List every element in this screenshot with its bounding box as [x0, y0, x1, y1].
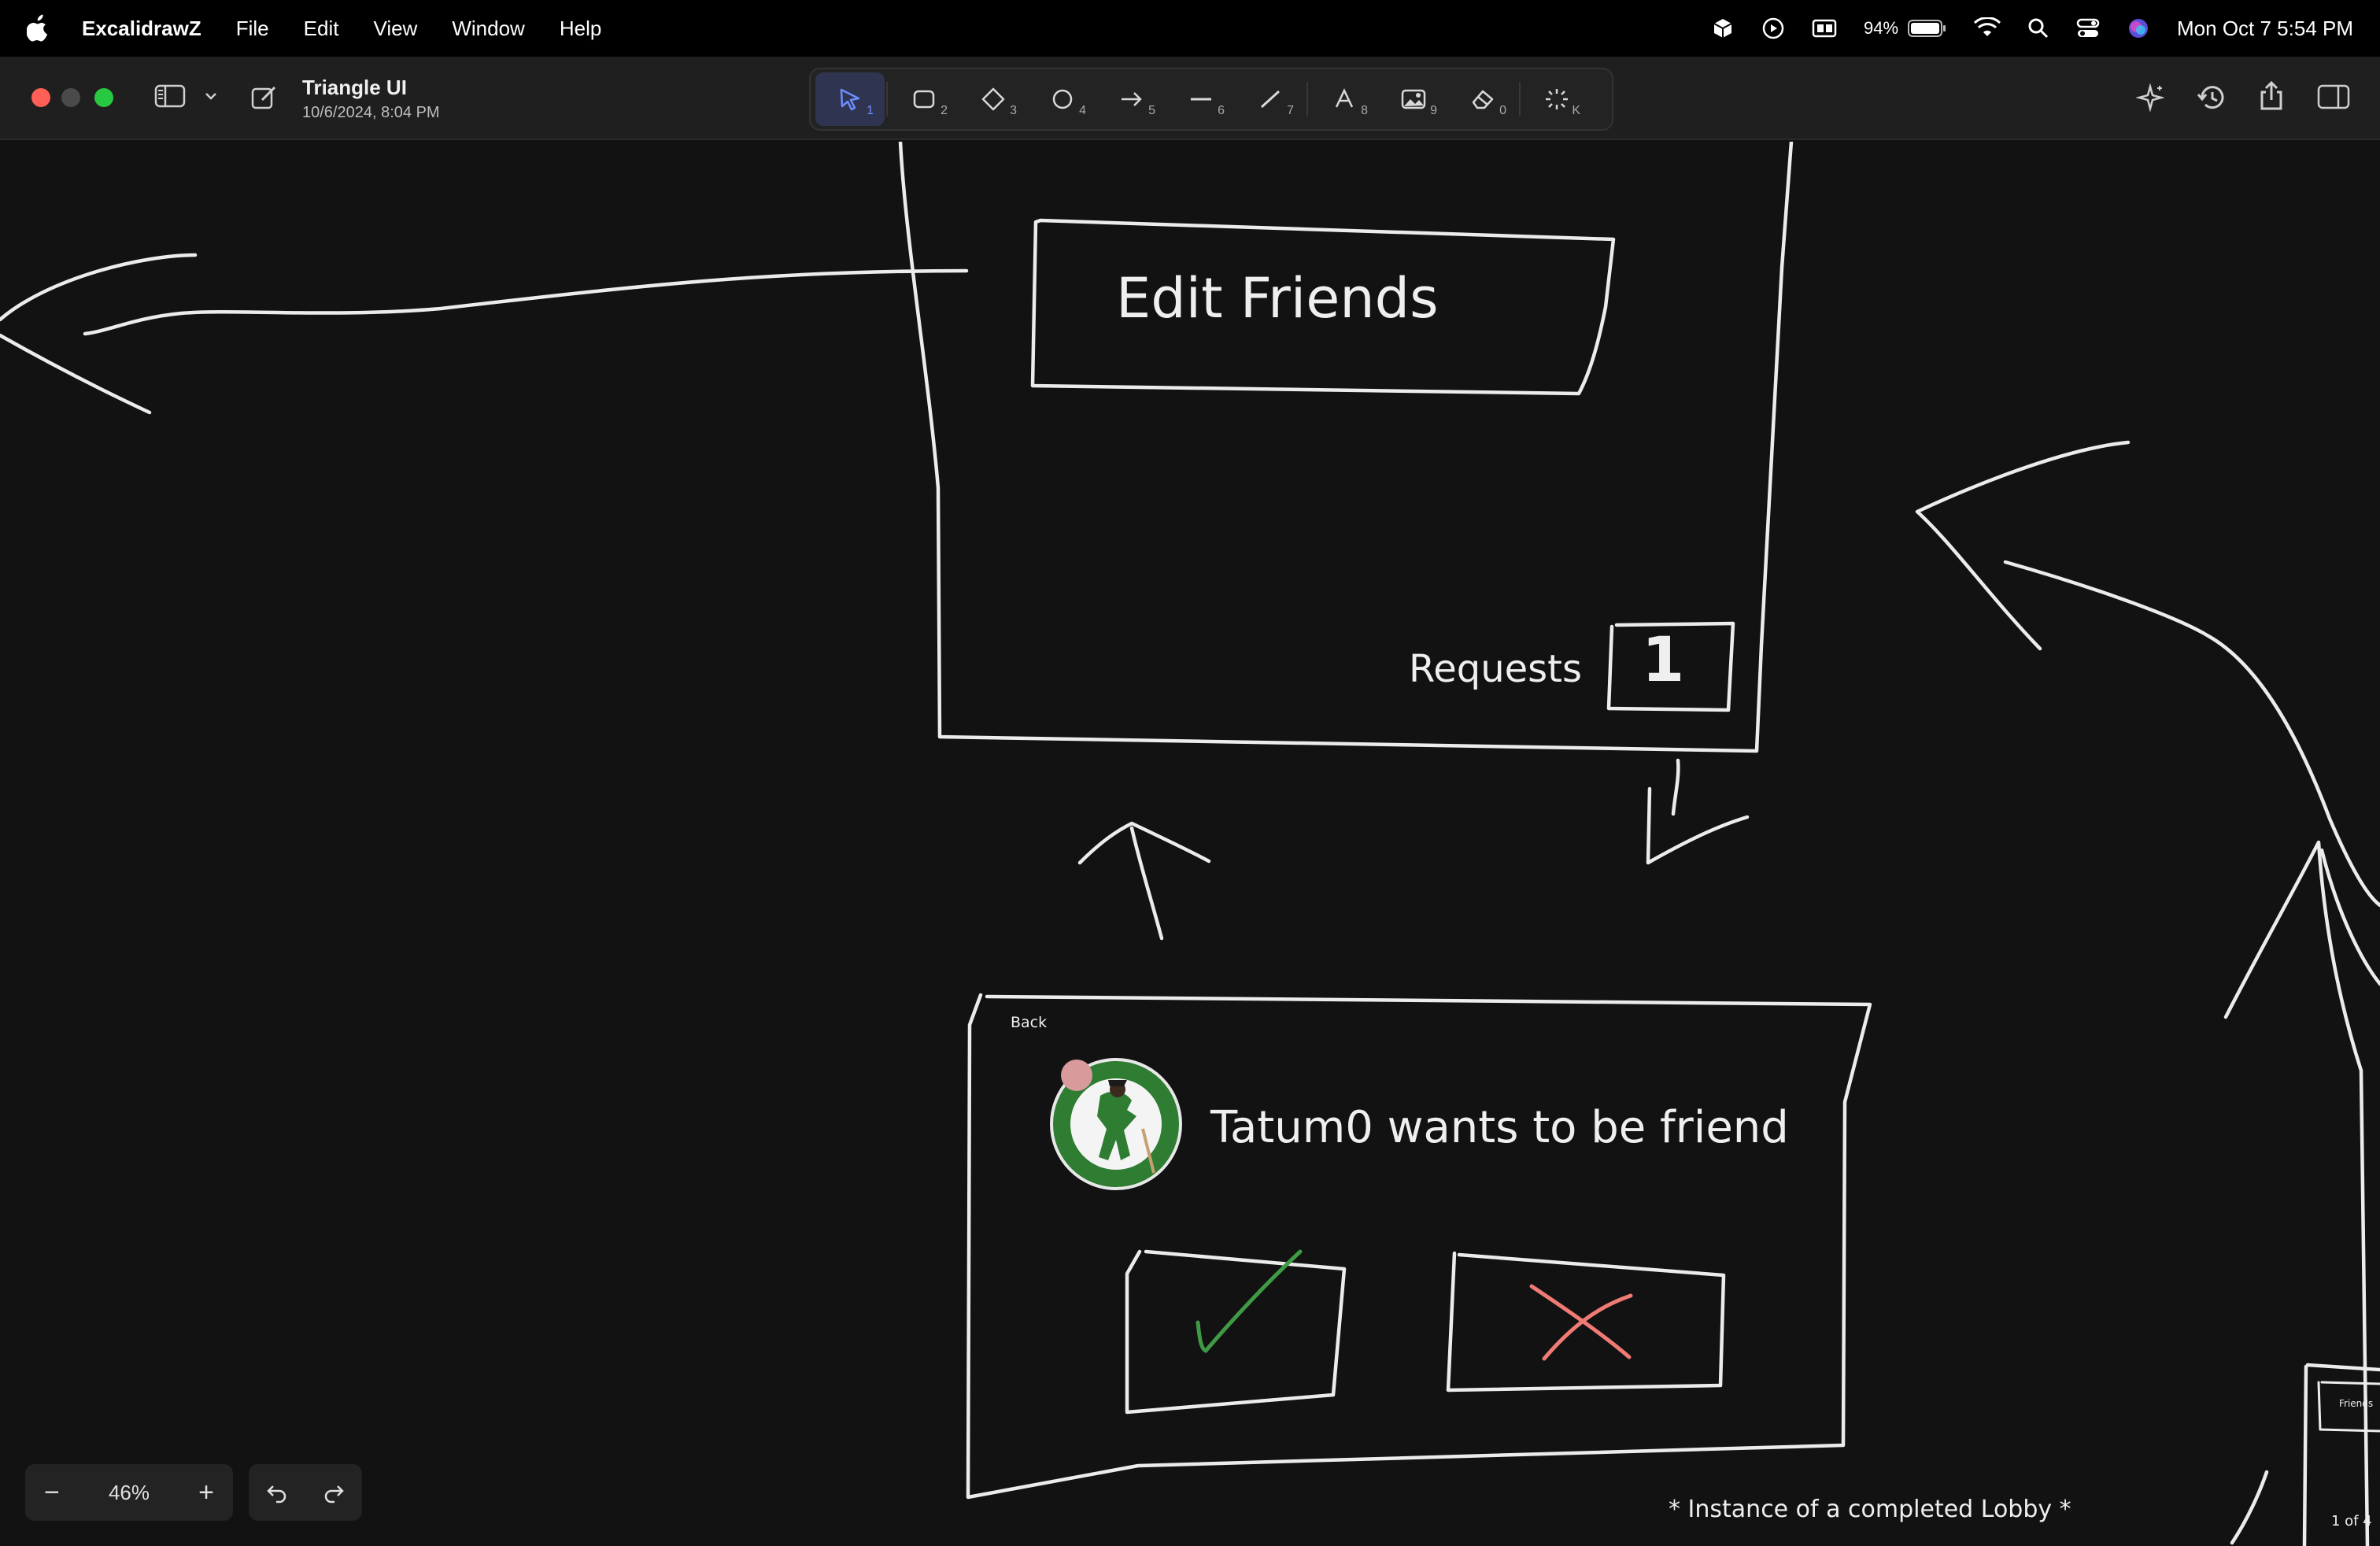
battery-status[interactable]: 94%	[1864, 18, 1947, 39]
checkmark-icon	[1196, 1249, 1303, 1353]
tool-shortcut: 6	[1218, 104, 1225, 117]
zoom-controls: − 46% +	[25, 1464, 233, 1521]
decline-x-icon	[1529, 1284, 1633, 1361]
line-icon	[1191, 98, 1211, 101]
left-arrow-shaft	[83, 268, 969, 336]
tool-image[interactable]: 9	[1379, 72, 1448, 126]
down-arrow-right	[1646, 758, 1750, 865]
zoom-in-button[interactable]: +	[198, 1478, 214, 1508]
edit-friends-label: Edit Friends	[1116, 266, 1439, 331]
diamond-icon	[981, 87, 1005, 111]
tool-shortcut: 5	[1148, 104, 1155, 117]
redo-icon[interactable]	[322, 1481, 346, 1503]
apple-logo-icon[interactable]	[27, 14, 50, 43]
tool-rectangle[interactable]: 2	[889, 72, 959, 126]
laser-pointer-icon	[1546, 89, 1568, 109]
cube-status-icon[interactable]	[1711, 17, 1735, 40]
tool-laser[interactable]: K	[1522, 72, 1591, 126]
tool-ellipse[interactable]: 4	[1028, 72, 1097, 126]
right-arrow-head	[1915, 440, 2131, 651]
requests-count: 1	[1642, 625, 1685, 696]
app-menu[interactable]: ExcalidrawZ	[82, 17, 201, 41]
tool-palette: 1 2 3 4 5 6 7 8 9 0 K	[809, 68, 1613, 131]
text-icon	[1335, 88, 1354, 108]
accept-box	[1125, 1249, 1347, 1415]
tool-shortcut: 8	[1361, 104, 1368, 117]
tool-shortcut: 0	[1499, 104, 1506, 117]
battery-icon	[1908, 20, 1946, 37]
display-status-icon[interactable]	[1812, 17, 1837, 39]
menu-help[interactable]: Help	[560, 17, 601, 41]
mini-pager-label: 1 of 4	[2331, 1513, 2372, 1529]
bottom-right-stroke	[2230, 1470, 2269, 1545]
window-zoom-button[interactable]	[94, 88, 113, 107]
magic-sparkle-icon[interactable]	[2136, 83, 2164, 112]
arrow-icon	[1122, 92, 1142, 106]
menubar-clock[interactable]: Mon Oct 7 5:54 PM	[2177, 17, 2353, 41]
history-controls	[249, 1464, 362, 1521]
canvas-drawing	[0, 142, 2380, 1546]
spotlight-search-icon[interactable]	[2027, 17, 2049, 39]
menu-bar: ExcalidrawZ File Edit View Window Help 9…	[0, 0, 2380, 57]
mini-friends-label: Friends	[2339, 1398, 2374, 1409]
up-arrow	[1077, 821, 1211, 941]
right-lower-stroke	[2223, 840, 2370, 1546]
rectangle-icon	[913, 90, 935, 109]
chevron-down-icon[interactable]	[203, 90, 219, 102]
tool-shortcut: 4	[1079, 104, 1086, 117]
tool-separator	[886, 82, 888, 117]
pencil-icon	[1260, 90, 1281, 109]
history-icon[interactable]	[2196, 82, 2227, 113]
back-label: Back	[1011, 1014, 1048, 1031]
tool-separator	[1519, 82, 1521, 117]
tool-shortcut: 7	[1287, 104, 1294, 117]
inspector-panel-icon[interactable]	[2317, 83, 2350, 110]
document-title: Triangle UI	[302, 76, 407, 99]
ellipse-icon	[1052, 89, 1073, 109]
eraser-icon	[1472, 90, 1494, 109]
share-icon[interactable]	[2257, 80, 2286, 112]
requests-label: Requests	[1409, 647, 1582, 691]
drawing-canvas[interactable]: Edit Friends Requests 1 Back Tatum0 want…	[0, 142, 2380, 1546]
play-status-icon[interactable]	[1761, 17, 1785, 40]
menu-window[interactable]: Window	[452, 17, 524, 41]
friend-request-text: Tatum0 wants to be friend	[1210, 1102, 1789, 1153]
undo-icon[interactable]	[265, 1481, 289, 1503]
tool-separator	[1306, 82, 1308, 117]
tool-shortcut: 1	[867, 104, 874, 117]
control-center-icon[interactable]	[2076, 17, 2100, 39]
tool-text[interactable]: 8	[1310, 72, 1379, 126]
zoom-out-button[interactable]: −	[44, 1478, 60, 1508]
tool-shortcut: K	[1572, 104, 1580, 117]
tool-line[interactable]: 6	[1166, 72, 1236, 126]
tool-selection[interactable]: 1	[815, 72, 885, 126]
menu-edit[interactable]: Edit	[304, 17, 339, 41]
tool-shortcut: 3	[1010, 104, 1017, 117]
window-minimize-button[interactable]	[61, 88, 80, 107]
tool-eraser[interactable]: 0	[1448, 72, 1517, 126]
menu-file[interactable]: File	[236, 17, 269, 41]
tool-arrow[interactable]: 5	[1097, 72, 1166, 126]
image-icon	[1401, 89, 1426, 109]
right-lower-stroke-2	[2319, 848, 2380, 986]
zoom-level[interactable]: 46%	[109, 1481, 150, 1505]
tool-diamond[interactable]: 3	[959, 72, 1028, 126]
tool-shortcut: 9	[1430, 104, 1437, 117]
siri-icon[interactable]	[2127, 17, 2150, 40]
menu-view[interactable]: View	[373, 17, 417, 41]
pointer-icon	[840, 88, 860, 111]
document-date: 10/6/2024, 8:04 PM	[302, 104, 440, 121]
tool-draw[interactable]: 7	[1236, 72, 1305, 126]
window-close-button[interactable]	[31, 88, 50, 107]
battery-percent: 94%	[1863, 18, 1899, 38]
tool-shortcut: 2	[941, 104, 948, 117]
sidebar-toggle-icon[interactable]	[154, 83, 186, 109]
footnote-label: * Instance of a completed Lobby *	[1669, 1496, 2071, 1523]
wifi-icon[interactable]	[1974, 17, 2001, 39]
new-file-icon[interactable]	[250, 83, 279, 112]
left-arrow-head	[0, 253, 198, 415]
celtics-logo	[1050, 1058, 1182, 1190]
